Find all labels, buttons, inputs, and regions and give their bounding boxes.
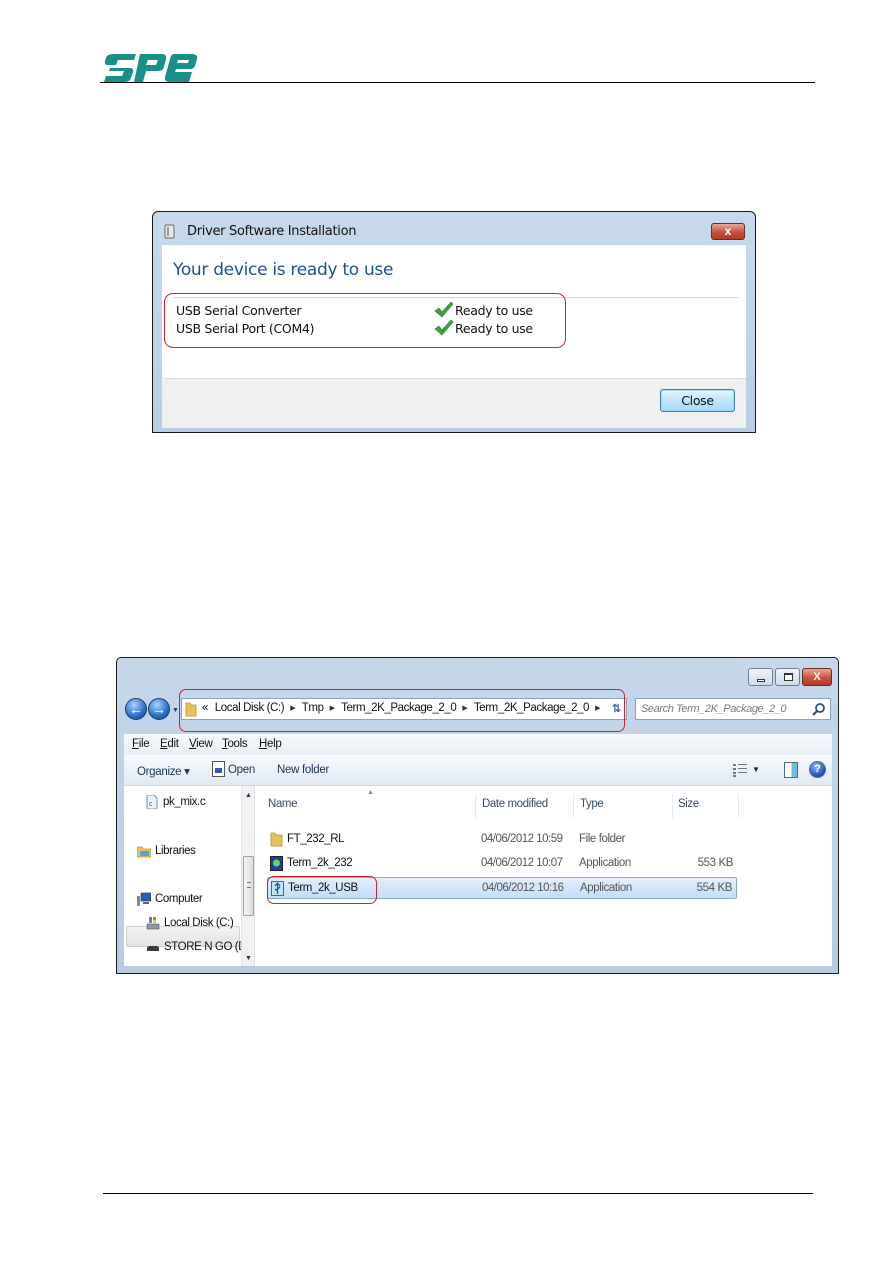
libraries-icon <box>137 846 151 858</box>
file-date: 04/06/2012 10:16 <box>482 882 564 894</box>
preview-pane-icon[interactable] <box>784 762 798 778</box>
menu-view[interactable]: View <box>189 738 213 750</box>
dialog-body: Your device is ready to use USB Serial C… <box>162 245 746 378</box>
device-icon <box>164 224 175 239</box>
back-arrow-icon: ← <box>129 701 143 717</box>
close-button[interactable]: Close <box>660 389 735 412</box>
maximize-icon <box>784 673 793 681</box>
column-divider[interactable] <box>573 794 574 818</box>
file-size: 553 KB <box>697 857 734 869</box>
nav-item-libraries[interactable]: Libraries <box>137 845 196 858</box>
sort-ascending-icon: ▲ <box>367 789 374 796</box>
nav-item-computer[interactable]: Computer <box>137 892 203 906</box>
file-row[interactable]: Term_2k_232 04/06/2012 10:07 Application… <box>267 853 737 875</box>
search-placeholder: Search Term_2K_Package_2_0 <box>641 703 787 715</box>
dialog-title: Driver Software Installation <box>187 224 357 239</box>
c-file-icon: c <box>146 795 158 809</box>
file-size: 554 KB <box>696 882 733 894</box>
highlight-annotation <box>179 689 625 732</box>
dialog-close-x-button[interactable]: x <box>711 223 745 240</box>
menu-help[interactable]: Help <box>259 738 282 750</box>
help-icon[interactable]: ? <box>809 761 826 778</box>
highlight-annotation <box>164 293 566 348</box>
nav-item-pk-mix[interactable]: c pk_mix.c <box>146 795 206 809</box>
forward-arrow-icon: → <box>152 701 166 717</box>
views-dropdown-icon[interactable]: ▼ <box>752 765 760 774</box>
close-icon: x <box>724 224 732 238</box>
file-type: Application <box>580 882 632 894</box>
column-divider[interactable] <box>738 794 739 818</box>
column-header-date-modified[interactable]: Date modified <box>482 798 548 810</box>
application-icon <box>270 856 283 871</box>
organize-button[interactable]: Organize ▾ <box>137 764 190 778</box>
scroll-down-icon[interactable]: ▼ <box>245 955 252 962</box>
window-controls: X <box>748 668 832 686</box>
forward-button[interactable]: → <box>148 698 170 720</box>
local-disk-icon <box>146 917 160 930</box>
nav-item-store-n-go[interactable]: STORE N GO (D:) <box>147 941 253 953</box>
menu-edit[interactable]: Edit <box>160 738 179 750</box>
new-folder-button[interactable]: New folder <box>277 764 329 776</box>
nav-scrollbar[interactable]: ▲ ▼ <box>241 786 254 966</box>
column-header-size[interactable]: Size <box>678 798 699 810</box>
open-icon <box>212 761 225 777</box>
usb-drive-icon <box>147 946 159 951</box>
file-date: 04/06/2012 10:07 <box>481 857 563 869</box>
column-header-name[interactable]: Name <box>268 798 297 810</box>
window-close-button[interactable]: X <box>802 668 832 686</box>
recent-pages-dropdown[interactable]: ▼ <box>172 707 179 714</box>
driver-install-dialog: Driver Software Installation x Your devi… <box>152 211 756 433</box>
footer-rule <box>103 1193 813 1194</box>
minimize-button[interactable] <box>748 668 773 686</box>
dialog-footer: Close <box>162 378 746 428</box>
search-input[interactable]: Search Term_2K_Package_2_0 <box>635 698 831 720</box>
dialog-heading: Your device is ready to use <box>173 260 394 280</box>
scroll-up-icon[interactable]: ▲ <box>245 792 252 799</box>
column-divider[interactable] <box>475 794 476 818</box>
maximize-button[interactable] <box>775 668 800 686</box>
column-header-type[interactable]: Type <box>580 798 604 810</box>
header-rule <box>100 82 815 83</box>
search-icon[interactable] <box>812 702 826 716</box>
scrollbar-thumb[interactable] <box>243 856 254 916</box>
file-name: FT_232_RL <box>287 833 345 845</box>
navigation-pane: c pk_mix.c Libraries Computer Local Disk… <box>124 786 254 966</box>
explorer-window: X ← → ▼ « Local Disk (C:) ▶ Tmp ▶ Term_2K_… <box>116 657 839 974</box>
menu-file[interactable]: File <box>132 738 150 750</box>
computer-icon <box>137 892 151 906</box>
folder-icon <box>270 832 283 847</box>
nav-item-local-disk[interactable]: Local Disk (C:) <box>146 917 234 930</box>
minimize-icon <box>757 679 765 682</box>
file-name: Term_2k_232 <box>287 857 353 869</box>
close-icon: X <box>813 671 821 683</box>
file-list: ▲ Name Date modified Type Size FT_232_RL… <box>254 786 832 966</box>
command-bar: Organize ▾ Open New folder ▼ ? <box>124 755 832 786</box>
file-type: Application <box>579 857 631 869</box>
file-row[interactable]: FT_232_RL 04/06/2012 10:59 File folder <box>267 829 737 851</box>
file-date: 04/06/2012 10:59 <box>481 833 563 845</box>
highlight-annotation <box>267 876 377 904</box>
file-type: File folder <box>579 833 626 845</box>
menu-tools[interactable]: Tools <box>222 738 248 750</box>
open-button[interactable]: Open <box>228 764 255 776</box>
back-button[interactable]: ← <box>125 698 147 720</box>
column-divider[interactable] <box>672 794 673 818</box>
spe-logo <box>104 54 198 82</box>
views-icon[interactable] <box>733 763 747 777</box>
grip-icon <box>247 882 251 888</box>
menu-bar: File Edit View Tools Help <box>124 733 832 755</box>
